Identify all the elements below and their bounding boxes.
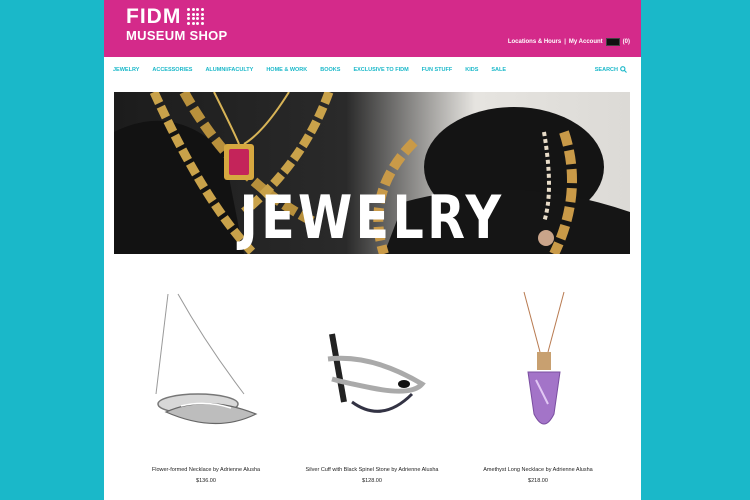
product-image-amethyst-necklace	[523, 291, 565, 425]
account-link[interactable]: My Account	[569, 39, 603, 45]
hero-title: JEWELRY	[239, 183, 505, 253]
nav-item-sale[interactable]: SALE	[491, 67, 506, 73]
utility-separator: |	[564, 39, 566, 45]
cart-icon[interactable]	[605, 38, 620, 46]
nav-item-exclusive[interactable]: EXCLUSIVE TO FIDM	[353, 67, 408, 73]
product-card[interactable]: Flower-formed Necklace by Adrienne Alush…	[126, 284, 286, 484]
product-name[interactable]: Flower-formed Necklace by Adrienne Alush…	[126, 467, 286, 473]
cart-count[interactable]: (0)	[623, 39, 630, 45]
product-name[interactable]: Silver Cuff with Black Spinel Stone by A…	[292, 467, 452, 473]
product-price: $136.00	[196, 478, 216, 484]
hero-banner: JEWELRY	[114, 92, 630, 254]
logo-subtitle: MUSEUM SHOP	[126, 28, 228, 43]
locations-link[interactable]: Locations & Hours	[508, 39, 561, 45]
product-card[interactable]: Amethyst Long Necklace by Adrienne Alush…	[458, 284, 618, 484]
search-icon	[620, 66, 627, 73]
page: FIDM MUSEUM SHOP Locations & Hours | My …	[104, 0, 641, 500]
fidm-logo[interactable]: FIDM MUSEUM SHOP	[126, 6, 228, 43]
nav-item-jewelry[interactable]: JEWELRY	[113, 67, 139, 73]
utility-links: Locations & Hours | My Account (0)	[508, 38, 630, 46]
product-image-silver-cuff	[327, 333, 426, 413]
search-button[interactable]: SEARCH	[595, 66, 627, 73]
nav-item-home-work[interactable]: HOME & WORK	[266, 67, 307, 73]
logo-title: FIDM	[126, 5, 182, 28]
site-header: FIDM MUSEUM SHOP Locations & Hours | My …	[104, 0, 641, 57]
product-grid: Flower-formed Necklace by Adrienne Alush…	[114, 284, 630, 500]
product-price: $128.00	[362, 478, 382, 484]
logo-dots-icon	[187, 8, 204, 25]
nav-item-accessories[interactable]: ACCESSORIES	[152, 67, 192, 73]
product-name[interactable]: Amethyst Long Necklace by Adrienne Alush…	[458, 467, 618, 473]
product-card[interactable]: Silver Cuff with Black Spinel Stone by A…	[292, 284, 452, 484]
product-price: $218.00	[528, 478, 548, 484]
product-image-flower-necklace	[155, 293, 258, 425]
nav-item-books[interactable]: BOOKS	[320, 67, 340, 73]
nav-item-fun-stuff[interactable]: FUN STUFF	[422, 67, 453, 73]
search-label: SEARCH	[594, 66, 618, 73]
nav-item-kids[interactable]: KIDS	[465, 67, 478, 73]
nav-item-alumni-faculty[interactable]: ALUMNI/FACULTY	[205, 67, 253, 73]
main-nav: JEWELRY ACCESSORIES ALUMNI/FACULTY HOME …	[104, 57, 641, 82]
